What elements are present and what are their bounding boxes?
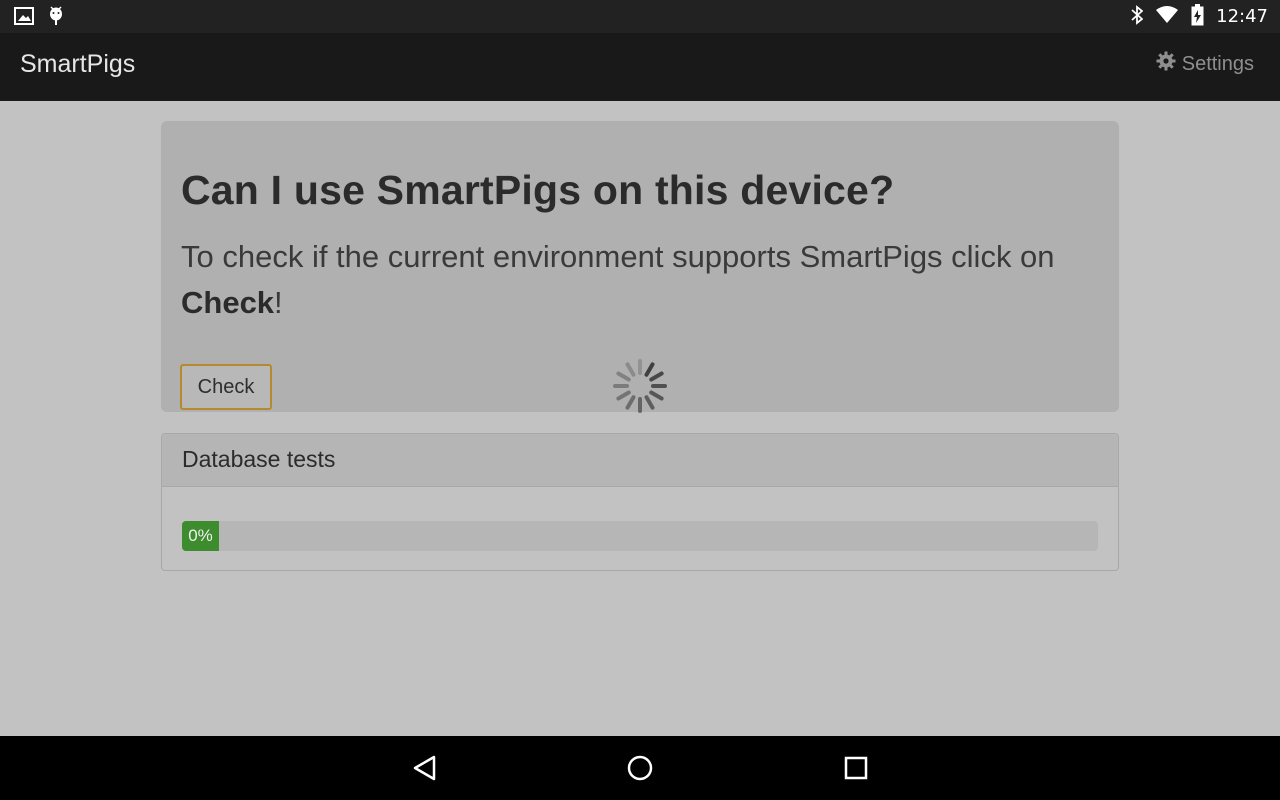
bluetooth-icon bbox=[1131, 4, 1144, 29]
database-tests-panel: Database tests 0% bbox=[161, 433, 1119, 571]
panel-title: Database tests bbox=[182, 446, 336, 472]
back-icon[interactable] bbox=[410, 753, 440, 783]
loading-spinner-icon bbox=[612, 358, 668, 414]
wifi-icon bbox=[1155, 5, 1179, 28]
home-icon[interactable] bbox=[625, 753, 655, 783]
intro-text-main: To check if the current environment supp… bbox=[181, 239, 1055, 274]
progress-bar-fill: 0% bbox=[182, 521, 219, 551]
page-heading: Can I use SmartPigs on this device? bbox=[181, 167, 895, 213]
android-debug-icon bbox=[48, 6, 64, 30]
recents-icon[interactable] bbox=[841, 753, 871, 783]
spinner-tick bbox=[625, 362, 636, 377]
intro-text-emphasis: Check bbox=[181, 285, 275, 320]
check-button[interactable]: Check bbox=[180, 364, 272, 410]
app-title: SmartPigs bbox=[20, 50, 136, 78]
status-bar: 12:47 bbox=[0, 0, 1280, 33]
spinner-tick bbox=[644, 395, 655, 410]
progress-bar-track: 0% bbox=[182, 521, 1098, 551]
panel-heading: Database tests bbox=[162, 434, 1118, 487]
settings-label: Settings bbox=[1181, 52, 1254, 75]
image-icon bbox=[14, 7, 34, 29]
navigation-bar bbox=[0, 736, 1280, 800]
battery-icon bbox=[1191, 3, 1204, 30]
spinner-tick bbox=[616, 390, 631, 401]
status-time: 12:47 bbox=[1216, 6, 1268, 27]
settings-button[interactable]: Settings bbox=[1156, 51, 1254, 77]
app-bar: SmartPigs Settings bbox=[0, 33, 1280, 101]
intro-text: To check if the current environment supp… bbox=[181, 234, 1081, 326]
spinner-tick bbox=[649, 371, 664, 382]
spinner-tick bbox=[649, 390, 664, 401]
main-content: Can I use SmartPigs on this device? To c… bbox=[0, 101, 1280, 736]
spinner-tick bbox=[625, 395, 636, 410]
intro-text-suffix: ! bbox=[274, 285, 283, 320]
spinner-tick bbox=[616, 371, 631, 382]
gear-icon bbox=[1156, 51, 1176, 77]
spinner-tick bbox=[644, 362, 655, 377]
